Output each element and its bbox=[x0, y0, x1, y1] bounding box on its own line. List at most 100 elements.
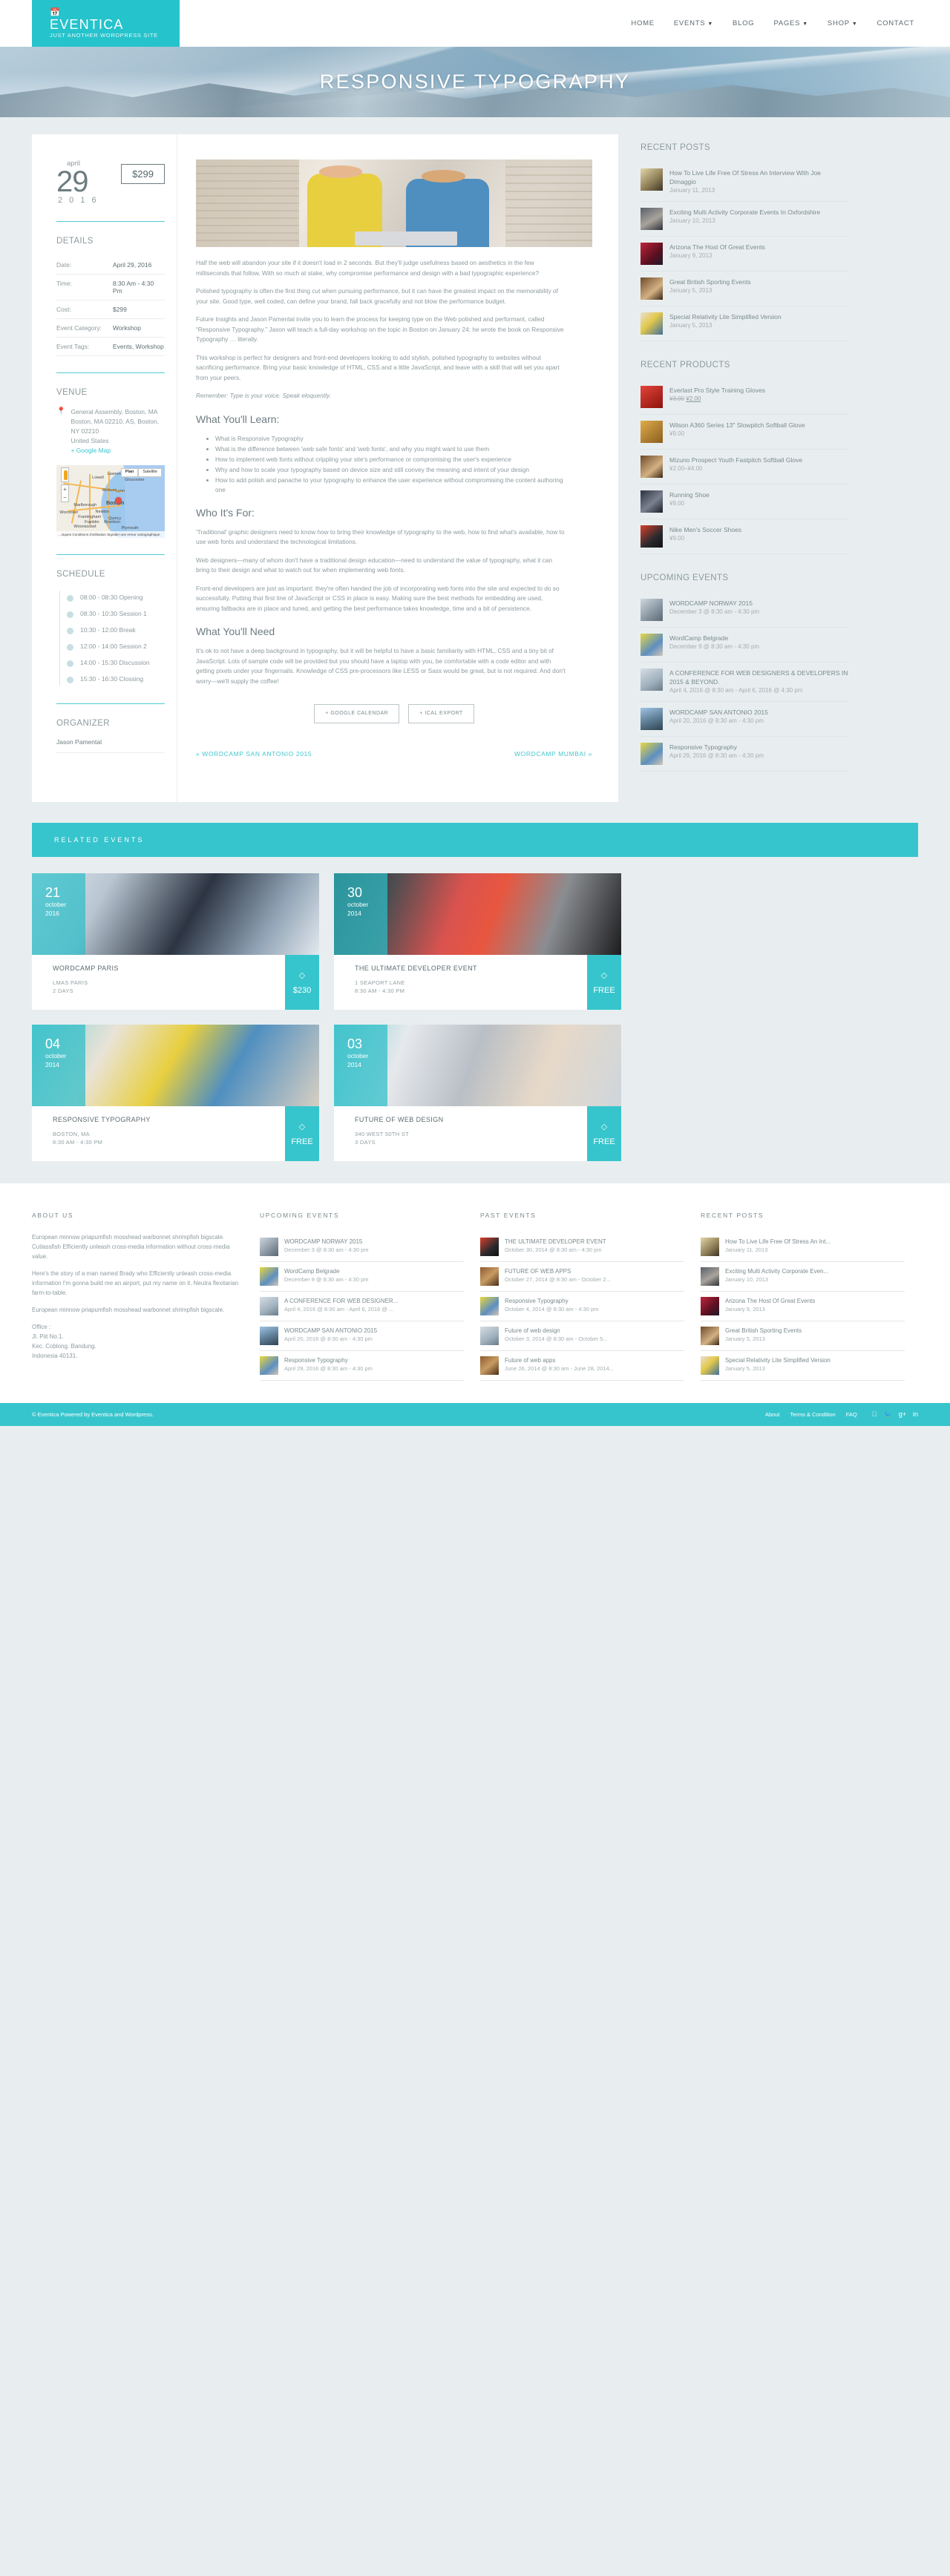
list-item[interactable]: FUTURE OF WEB APPS October 27, 2014 @ 8:3… bbox=[480, 1262, 684, 1292]
list-item[interactable]: Special Relativity Lite Simplified Versi… bbox=[641, 306, 849, 341]
related-event-card[interactable]: 04 october 2014 RESPONSIVE TYPOGRAPHY BO… bbox=[32, 1025, 319, 1161]
event-title[interactable]: FUTURE OF WEB APPS bbox=[505, 1267, 611, 1275]
event-title[interactable]: Responsive Typography bbox=[669, 743, 849, 752]
list-item[interactable]: WORDCAMP SAN ANTONIO 2015 April 20, 2016 … bbox=[260, 1321, 464, 1351]
list-item[interactable]: How To Live Life Free Of Stress An Inter… bbox=[641, 162, 849, 202]
list-item[interactable]: WORDCAMP NORWAY 2015 December 3 @ 8:30 am… bbox=[260, 1232, 464, 1262]
post-title[interactable]: Special Relativity Lite Simplified Versi… bbox=[725, 1356, 831, 1364]
related-event-title[interactable]: FUTURE OF WEB DESIGN bbox=[355, 1116, 587, 1123]
event-title[interactable]: Future of web apps bbox=[505, 1356, 614, 1364]
product-title[interactable]: Wilson A360 Series 13" Slowpitch Softbal… bbox=[669, 421, 849, 430]
event-title[interactable]: A CONFERENCE FOR WEB DESIGNERS & DEVELOP… bbox=[669, 668, 849, 686]
previous-event-link[interactable]: « WORDCAMP SAN ANTONIO 2015 bbox=[196, 750, 312, 758]
event-title[interactable]: A CONFERENCE FOR WEB DESIGNER... bbox=[284, 1297, 398, 1305]
list-item[interactable]: A CONFERENCE FOR WEB DESIGNER... April 4,… bbox=[260, 1292, 464, 1321]
footer-link-faq[interactable]: FAQ bbox=[846, 1411, 857, 1418]
list-item[interactable]: WORDCAMP SAN ANTONIO 2015 April 20, 2016 … bbox=[641, 702, 849, 737]
map-zoom-control[interactable]: + − bbox=[61, 484, 69, 502]
related-event-title[interactable]: RESPONSIVE TYPOGRAPHY bbox=[53, 1116, 285, 1123]
nav-item-blog[interactable]: BLOG bbox=[733, 19, 754, 27]
google-plus-icon[interactable]: g+ bbox=[899, 1410, 906, 1419]
list-item[interactable]: Arizona The Host Of Great Events January … bbox=[641, 237, 849, 272]
product-title[interactable]: Mizuno Prospect Youth Fastpitch Softball… bbox=[669, 456, 849, 464]
add-to-google-calendar-button[interactable]: + GOOGLE CALENDAR bbox=[314, 704, 400, 723]
post-title[interactable]: Exciting Multi Activity Corporate Events… bbox=[669, 208, 849, 217]
event-title[interactable]: Future of web design bbox=[505, 1327, 608, 1335]
google-map-link[interactable]: + Google Map bbox=[71, 446, 165, 456]
list-item[interactable]: WORDCAMP NORWAY 2015 December 3 @ 8:30 am… bbox=[641, 593, 849, 628]
list-item[interactable]: Responsive Typography October 4, 2014 @ 8… bbox=[480, 1292, 684, 1321]
list-item[interactable]: Future of web apps June 26, 2014 @ 8:30 a… bbox=[480, 1351, 684, 1381]
event-title[interactable]: WORDCAMP SAN ANTONIO 2015 bbox=[284, 1327, 377, 1335]
event-title[interactable]: WORDCAMP NORWAY 2015 bbox=[669, 599, 849, 608]
related-event-card[interactable]: 21 october 2016 WORDCAMP PARIS LMAS PARI… bbox=[32, 873, 319, 1010]
list-item[interactable]: How To Live Life Free Of Stress An Int..… bbox=[701, 1232, 905, 1262]
related-event-title[interactable]: THE ULTIMATE DEVELOPER EVENT bbox=[355, 965, 587, 972]
post-title[interactable]: Arizona The Host Of Great Events bbox=[725, 1297, 815, 1305]
facebook-icon[interactable]:  bbox=[872, 1410, 877, 1419]
list-item[interactable]: Arizona The Host Of Great Events January … bbox=[701, 1292, 905, 1321]
list-item[interactable]: Responsive Typography April 29, 2016 @ 8:… bbox=[260, 1351, 464, 1381]
event-title[interactable]: Responsive Typography bbox=[505, 1297, 598, 1305]
list-item[interactable]: Exciting Multi Activity Corporate Events… bbox=[641, 202, 849, 237]
twitter-icon[interactable]: 🐦 bbox=[884, 1410, 892, 1419]
list-item[interactable]: Exciting Multi Activity Corporate Even..… bbox=[701, 1262, 905, 1292]
site-logo[interactable]: 📅 EVENTICA JUST ANOTHER WORDPRESS SITE bbox=[32, 0, 180, 47]
map-type-plan[interactable]: Plan bbox=[120, 468, 139, 477]
post-title[interactable]: Exciting Multi Activity Corporate Even..… bbox=[725, 1267, 828, 1275]
map-zoom-out-button[interactable]: − bbox=[62, 493, 68, 502]
linkedin-icon[interactable]: in bbox=[913, 1410, 918, 1419]
next-event-link[interactable]: WORDCAMP MUMBAI » bbox=[514, 750, 592, 758]
list-item[interactable]: Running Shoe ¥9.00 bbox=[641, 484, 849, 519]
product-title[interactable]: Everlast Pro Style Training Gloves bbox=[669, 386, 849, 395]
related-event-card[interactable]: 30 october 2014 THE ULTIMATE DEVELOPER E… bbox=[334, 873, 621, 1010]
map-zoom-in-button[interactable]: + bbox=[62, 485, 68, 493]
list-item[interactable]: Great British Sporting Events January 5, … bbox=[641, 272, 849, 306]
list-item[interactable]: THE ULTIMATE DEVELOPER EVENT October 30, … bbox=[480, 1232, 684, 1262]
product-title[interactable]: Nike Men's Soccer Shoes bbox=[669, 525, 849, 534]
list-item[interactable]: Mizuno Prospect Youth Fastpitch Softball… bbox=[641, 450, 849, 484]
nav-item-pages[interactable]: PAGES ▼ bbox=[773, 19, 808, 27]
nav-item-shop[interactable]: SHOP ▼ bbox=[828, 19, 858, 27]
event-title[interactable]: WordCamp Belgrade bbox=[669, 634, 849, 643]
event-title[interactable]: WordCamp Belgrade bbox=[284, 1267, 369, 1275]
date-year: 2016 bbox=[45, 910, 59, 917]
street-view-pegman-icon[interactable] bbox=[61, 467, 69, 482]
list-item[interactable]: Special Relativity Lite Simplified Versi… bbox=[701, 1351, 905, 1381]
list-item[interactable]: Nike Men's Soccer Shoes ¥9.00 bbox=[641, 519, 849, 554]
event-title[interactable]: THE ULTIMATE DEVELOPER EVENT bbox=[505, 1238, 606, 1246]
product-title[interactable]: Running Shoe bbox=[669, 490, 849, 499]
related-event-card[interactable]: 03 october 2014 FUTURE OF WEB DESIGN 340… bbox=[334, 1025, 621, 1161]
nav-item-home[interactable]: HOME bbox=[631, 19, 655, 27]
list-item[interactable]: A CONFERENCE FOR WEB DESIGNERS & DEVELOP… bbox=[641, 663, 849, 702]
list-item[interactable]: Great British Sporting Events January 5, … bbox=[701, 1321, 905, 1351]
ical-export-button[interactable]: + ICAL EXPORT bbox=[408, 704, 474, 723]
post-title[interactable]: Special Relativity Lite Simplified Versi… bbox=[669, 312, 849, 321]
map-type-satellite[interactable]: Satellite bbox=[138, 468, 162, 477]
list-item[interactable]: WordCamp Belgrade December 9 @ 8:30 am - … bbox=[641, 628, 849, 663]
list-item[interactable]: Everlast Pro Style Training Gloves ¥3.00 … bbox=[641, 380, 849, 415]
footer-link-about[interactable]: About bbox=[765, 1411, 780, 1418]
post-title[interactable]: Great British Sporting Events bbox=[725, 1327, 802, 1335]
post-title[interactable]: How To Live Life Free Of Stress An Inter… bbox=[669, 168, 849, 186]
detail-value[interactable]: Workshop bbox=[112, 318, 165, 338]
map-type-control[interactable]: Plan Satellite bbox=[120, 468, 162, 477]
post-title[interactable]: Arizona The Host Of Great Events bbox=[669, 243, 849, 252]
post-thumbnail bbox=[641, 243, 663, 265]
event-title[interactable]: Responsive Typography bbox=[284, 1356, 373, 1364]
list-item[interactable]: Responsive Typography April 29, 2016 @ 8:… bbox=[641, 737, 849, 772]
related-event-title[interactable]: WORDCAMP PARIS bbox=[53, 965, 285, 972]
nav-item-contact[interactable]: CONTACT bbox=[877, 19, 914, 27]
venue-map[interactable]: Lowell Lawrence Gloucester Woburn Lynn B… bbox=[56, 465, 165, 538]
post-title[interactable]: Great British Sporting Events bbox=[669, 277, 849, 286]
list-item[interactable]: Future of web design October 3, 2014 @ 8:… bbox=[480, 1321, 684, 1351]
list-item[interactable]: Wilson A360 Series 13" Slowpitch Softbal… bbox=[641, 415, 849, 450]
event-title[interactable]: WORDCAMP SAN ANTONIO 2015 bbox=[669, 708, 849, 717]
nav-item-events[interactable]: EVENTS ▼ bbox=[674, 19, 713, 27]
event-title[interactable]: WORDCAMP NORWAY 2015 bbox=[284, 1238, 369, 1246]
post-title[interactable]: How To Live Life Free Of Stress An Int..… bbox=[725, 1238, 831, 1246]
detail-value[interactable]: Events, Workshop bbox=[112, 337, 165, 356]
list-item[interactable]: WordCamp Belgrade December 9 @ 8:30 am - … bbox=[260, 1262, 464, 1292]
footer-link-terms[interactable]: Terms & Condition bbox=[790, 1411, 835, 1418]
related-events-grid: 21 october 2016 WORDCAMP PARIS LMAS PARI… bbox=[32, 873, 918, 1161]
